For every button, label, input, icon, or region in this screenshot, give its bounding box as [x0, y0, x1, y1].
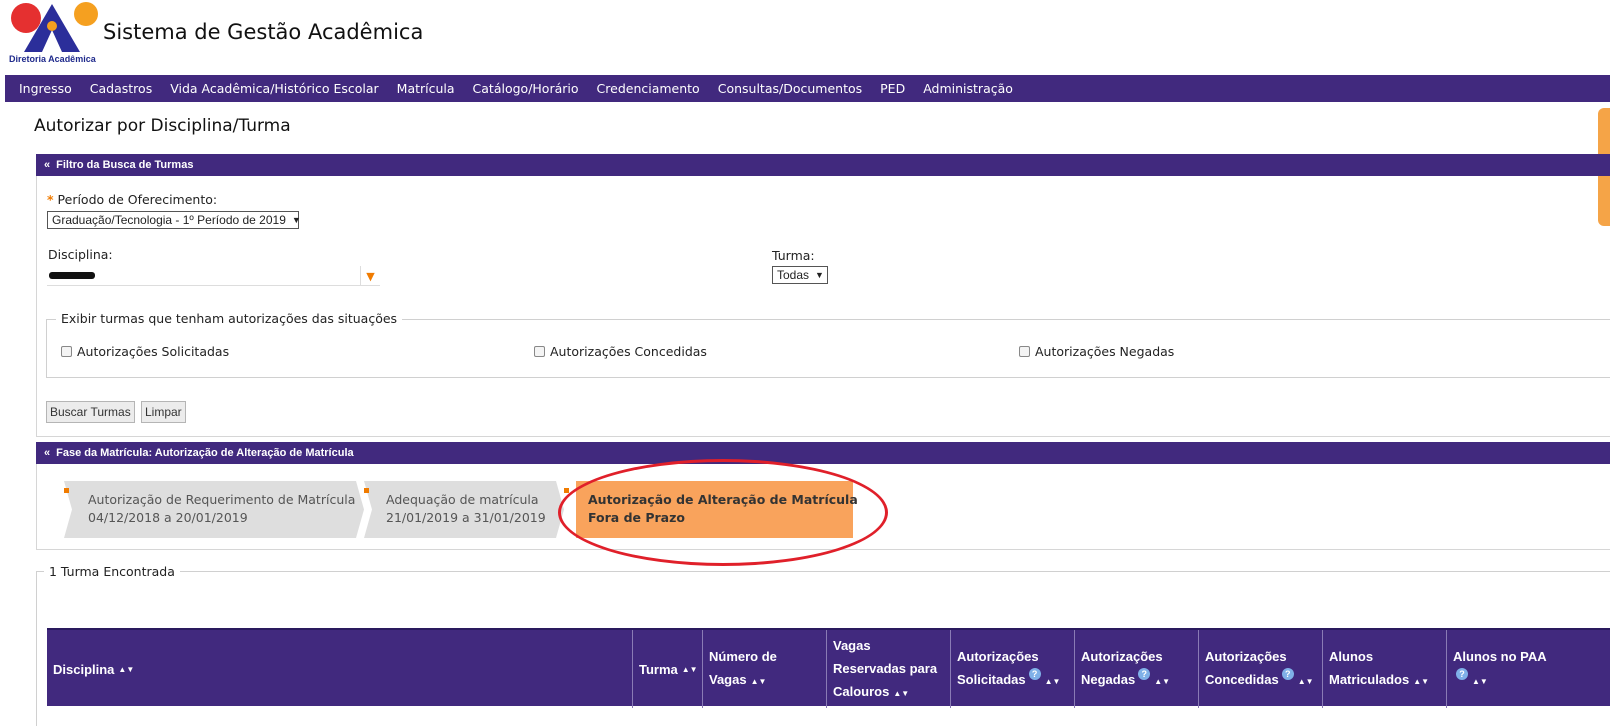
dropdown-arrow-icon: ▼ — [291, 215, 301, 225]
dropdown-arrow-icon: ▼ — [815, 270, 824, 280]
sort-icon[interactable]: ▲▼ — [893, 689, 909, 698]
col-autorizacoes-concedidas[interactable]: Autorizações Concedidas ?▲▼ — [1199, 630, 1323, 708]
periodo-select[interactable]: Graduação/Tecnologia - 1º Período de 201… — [47, 211, 301, 229]
checkbox-box[interactable] — [61, 346, 72, 357]
col-numero-vagas[interactable]: Número de Vagas ▲▼ — [703, 630, 827, 708]
sort-icon[interactable]: ▲▼ — [1413, 677, 1429, 686]
checkbox-box[interactable] — [1019, 346, 1030, 357]
results-legend: 1 Turma Encontrada — [44, 564, 180, 579]
disciplina-combobox[interactable]: ▼ — [47, 266, 380, 286]
help-icon[interactable]: ? — [1456, 668, 1468, 680]
logo-mark — [11, 2, 98, 52]
results-table-header: Disciplina ▲▼ Turma ▲▼ Número de Vagas ▲▼ Va… — [47, 628, 1610, 708]
required-marker: * — [47, 192, 54, 207]
collapse-icon[interactable]: « — [44, 447, 50, 459]
phase-panel-title: Fase da Matrícula: Autorização de Altera… — [56, 447, 354, 459]
turma-select[interactable]: Todas ▼ — [772, 266, 828, 284]
step-marker — [364, 488, 369, 493]
menu-item-consultas[interactable]: Consultas/Documentos — [709, 81, 871, 96]
sort-icon[interactable]: ▲▼ — [751, 677, 767, 686]
situacoes-legend: Exibir turmas que tenham autorizações da… — [56, 311, 403, 326]
step-requerimento-matricula: Autorização de Requerimento de Matrícula… — [64, 481, 364, 538]
page-title: Autorizar por Disciplina/Turma — [34, 116, 291, 136]
step-adequacao-matricula: Adequação de matrícula 21/01/2019 a 31/0… — [364, 481, 564, 538]
col-autorizacoes-negadas[interactable]: Autorizações Negadas ?▲▼ — [1075, 630, 1199, 708]
sort-icon[interactable]: ▲▼ — [1472, 677, 1488, 686]
app-title: Sistema de Gestão Acadêmica — [103, 20, 424, 44]
sort-icon[interactable]: ▲▼ — [682, 658, 698, 681]
menu-item-catalogo[interactable]: Catálogo/Horário — [464, 81, 588, 96]
logo-subtitle: Diretoria Acadêmica — [9, 54, 96, 64]
menu-item-matricula[interactable]: Matrícula — [388, 81, 464, 96]
sort-icon[interactable]: ▲▼ — [1298, 677, 1314, 686]
col-alunos-paa[interactable]: Alunos no PAA ?▲▼ — [1447, 630, 1610, 708]
menu-item-ped[interactable]: PED — [871, 81, 914, 96]
annotation-red-ellipse — [558, 459, 888, 566]
limpar-button[interactable]: Limpar — [141, 401, 186, 423]
help-icon[interactable]: ? — [1138, 668, 1151, 680]
collapse-icon[interactable]: « — [44, 159, 50, 171]
periodo-label: * Período de Oferecimento: — [47, 192, 218, 207]
checkbox-box[interactable] — [534, 346, 545, 357]
menu-item-credenciamento[interactable]: Credenciamento — [588, 81, 709, 96]
logo: Diretoria Acadêmica — [6, 0, 102, 66]
situacoes-fieldset — [46, 319, 1610, 378]
phase-panel-header[interactable]: « Fase da Matrícula: Autorização de Alte… — [36, 442, 1610, 464]
redacted-value — [49, 272, 95, 279]
turma-select-value: Todas — [777, 268, 810, 282]
col-vagas-reservadas[interactable]: Vagas Reservadas para Calouros ▲▼ — [827, 630, 951, 708]
checkbox-autorizacoes-solicitadas[interactable]: Autorizações Solicitadas — [61, 344, 229, 359]
menu-item-ingresso[interactable]: Ingresso — [5, 81, 81, 96]
help-icon[interactable]: ? — [1028, 668, 1041, 680]
checkbox-autorizacoes-concedidas[interactable]: Autorizações Concedidas — [534, 344, 707, 359]
main-menu: Ingresso Cadastros Vida Acadêmica/Histór… — [5, 75, 1610, 102]
col-turma[interactable]: Turma ▲▼ — [633, 630, 703, 708]
menu-item-cadastros[interactable]: Cadastros — [81, 81, 161, 96]
filter-panel-header[interactable]: « Filtro da Busca de Turmas — [36, 154, 1610, 176]
filter-panel-title: Filtro da Busca de Turmas — [56, 159, 194, 171]
menu-item-vida-academica[interactable]: Vida Acadêmica/Histórico Escolar — [161, 81, 387, 96]
sort-icon[interactable]: ▲▼ — [118, 658, 134, 681]
dropdown-arrow-icon[interactable]: ▼ — [360, 266, 380, 286]
buscar-turmas-button[interactable]: Buscar Turmas — [46, 401, 135, 423]
sort-icon[interactable]: ▲▼ — [1045, 677, 1061, 686]
menu-item-administracao[interactable]: Administração — [914, 81, 1022, 96]
col-disciplina[interactable]: Disciplina ▲▼ — [47, 630, 633, 708]
sort-icon[interactable]: ▲▼ — [1154, 677, 1170, 686]
periodo-select-value: Graduação/Tecnologia - 1º Período de 201… — [52, 213, 286, 227]
results-fieldset-left — [36, 571, 37, 726]
step-marker — [64, 488, 69, 493]
help-icon[interactable]: ? — [1281, 668, 1294, 680]
disciplina-label: Disciplina: — [48, 247, 113, 262]
col-autorizacoes-solicitadas[interactable]: Autorizações Solicitadas ?▲▼ — [951, 630, 1075, 708]
checkbox-autorizacoes-negadas[interactable]: Autorizações Negadas — [1019, 344, 1174, 359]
turma-label: Turma: — [772, 248, 815, 263]
results-fieldset-top — [36, 571, 1610, 572]
col-alunos-matriculados[interactable]: Alunos Matriculados ▲▼ — [1323, 630, 1447, 708]
